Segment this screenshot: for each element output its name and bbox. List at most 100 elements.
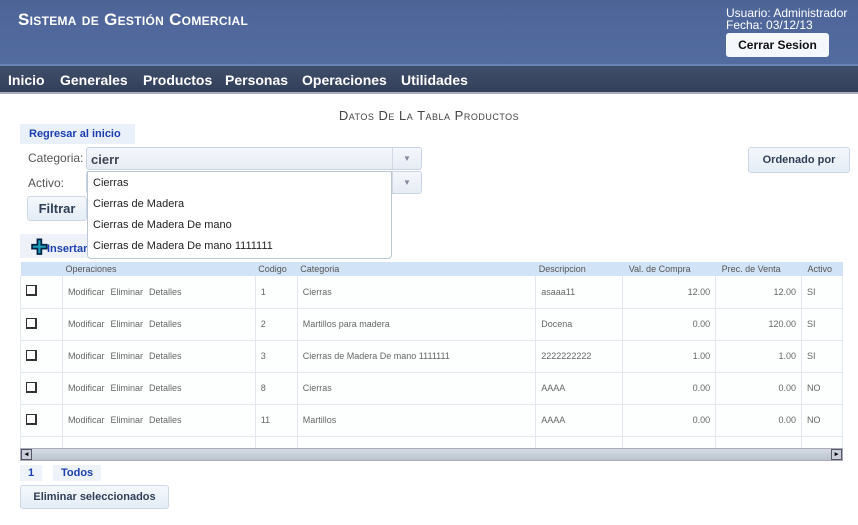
delete-selected-button[interactable]: Eliminar seleccionados [20,485,169,509]
categoria-cell: Cierras [296,276,537,309]
categoria-dropdown: Cierras Cierras de Madera Cierras de Mad… [87,171,392,259]
details-link[interactable]: Detalles [149,287,182,297]
column-header[interactable]: Prec. de Venta [715,262,802,276]
codigo-cell: 1 [254,276,298,309]
prec-venta-cell: 1.00 [715,340,802,373]
nav-operaciones[interactable]: Operaciones [302,72,387,88]
nav-utilidades[interactable]: Utilidades [401,72,468,88]
chevron-down-icon[interactable]: ▼ [392,172,421,193]
categoria-cell: Martillos [296,404,537,437]
column-header[interactable]: Val. de Compra [622,262,716,276]
operations-cell: Modificar Eliminar Detalles [61,276,256,309]
back-link[interactable]: Regresar al inicio [20,124,135,144]
codigo-cell: 11 [254,404,298,437]
activo-label: Activo: [28,176,65,190]
categoria-cell: Cierras [296,372,537,405]
categoria-cell: Martillos para madera [296,308,537,341]
column-header[interactable]: Codigo [255,262,298,276]
date-label: Fecha: 03/12/13 [726,18,813,32]
details-link[interactable]: Detalles [149,351,182,361]
row-select-cell [20,308,63,341]
all-pages-link[interactable]: Todos [53,465,102,481]
row-checkbox[interactable] [26,413,37,425]
table-row: Modificar Eliminar Detalles 8 Cierras AAAA 0.0… [20,372,844,405]
horizontal-scrollbar[interactable]: ◂ ▸ [20,448,843,461]
chevron-down-icon[interactable]: ▼ [392,148,421,169]
categoria-cell: Cierras de Madera De mano 1111111 [296,340,537,373]
modify-link[interactable]: Modificar [68,287,105,297]
modify-link[interactable]: Modificar [68,351,105,361]
details-link[interactable]: Detalles [149,383,182,393]
order-by-button[interactable]: Ordenado por [748,147,850,173]
delete-link[interactable]: Eliminar [110,351,143,361]
header: Sistema de Gestión Comercial Usuario: Ad… [0,0,858,66]
val-compra-cell: 0.00 [622,372,717,405]
delete-link[interactable]: Eliminar [110,415,143,425]
column-header[interactable] [20,262,63,276]
column-header[interactable]: Activo [801,262,843,276]
table-row: Modificar Eliminar Detalles 3 Cierras de Mad… [20,340,844,373]
modify-link[interactable]: Modificar [68,319,105,329]
nav-generales[interactable]: Generales [60,72,128,88]
row-checkbox[interactable] [26,317,37,329]
delete-link[interactable]: Eliminar [110,383,143,393]
operations-cell: Modificar Eliminar Detalles [61,308,256,341]
modify-link[interactable]: Modificar [68,383,105,393]
row-checkbox[interactable] [26,285,37,297]
prec-venta-cell: 0.00 [715,372,802,405]
row-checkbox[interactable] [26,381,37,393]
delete-link[interactable]: Eliminar [110,319,143,329]
details-link[interactable]: Detalles [149,415,182,425]
nav-inicio[interactable]: Inicio [8,72,45,88]
categoria-combobox[interactable]: cierr ▼ [86,147,422,170]
column-header[interactable]: Operaciones [62,262,256,276]
val-compra-cell: 0.00 [622,404,717,437]
categoria-input[interactable]: cierr [91,152,119,167]
dropdown-option[interactable]: Cierras de Madera De mano [88,214,391,235]
categoria-label: Categoria: [28,151,84,165]
logout-button[interactable]: Cerrar Sesion [726,33,829,57]
operations-cell: Modificar Eliminar Detalles [61,404,256,437]
scroll-left-icon[interactable]: ◂ [21,449,32,460]
user-info: Usuario: Administrador Fecha: 03/12/13 [726,7,847,31]
prec-venta-cell: 12.00 [715,276,802,309]
val-compra-cell: 0.00 [622,308,717,341]
modify-link[interactable]: Modificar [68,415,105,425]
row-select-cell [20,372,63,405]
activo-cell: SI [800,276,844,309]
activo-cell: NO [800,372,844,405]
page-title: Datos De La Tabla Productos [338,108,520,123]
table-row: Modificar Eliminar Detalles 1 Cierras asaaa11… [20,276,844,309]
nav-productos[interactable]: Productos [143,72,212,88]
row-checkbox[interactable] [26,349,37,361]
prec-venta-cell: 0.00 [715,404,802,437]
insert-label: Insertar [47,243,88,255]
filter-button[interactable]: Filtrar [27,196,87,221]
row-select-cell [20,276,63,309]
column-header[interactable]: Categoria [297,262,536,276]
details-link[interactable]: Detalles [149,319,182,329]
app-title: Sistema de Gestión Comercial [18,10,249,29]
codigo-cell: 3 [254,340,298,373]
dropdown-option[interactable]: Cierras de Madera [88,193,391,214]
dropdown-option[interactable]: Cierras de Madera De mano 1111111 [88,235,391,256]
descripcion-cell: AAAA [535,404,624,437]
scroll-right-icon[interactable]: ▸ [831,449,842,460]
row-select-cell [20,340,63,373]
descripcion-cell: AAAA [535,372,624,405]
codigo-cell: 2 [254,308,298,341]
row-select-cell [20,404,63,437]
table-header: Operaciones Codigo Categoria Descripcion Val… [20,262,843,276]
val-compra-cell: 1.00 [622,340,717,373]
table-row-partial [20,436,844,449]
delete-link[interactable]: Eliminar [110,287,143,297]
nav-personas[interactable]: Personas [225,72,288,88]
val-compra-cell: 12.00 [622,276,717,309]
page-1-link[interactable]: 1 [20,465,43,481]
dropdown-option[interactable]: Cierras [88,172,391,193]
plus-icon: ✚ [31,237,49,260]
table-row: Modificar Eliminar Detalles 2 Martillos para… [20,308,844,341]
table-row: Modificar Eliminar Detalles 11 Martillos AAAA… [20,404,844,437]
column-header[interactable]: Descripcion [535,262,623,276]
codigo-cell: 8 [254,372,298,405]
